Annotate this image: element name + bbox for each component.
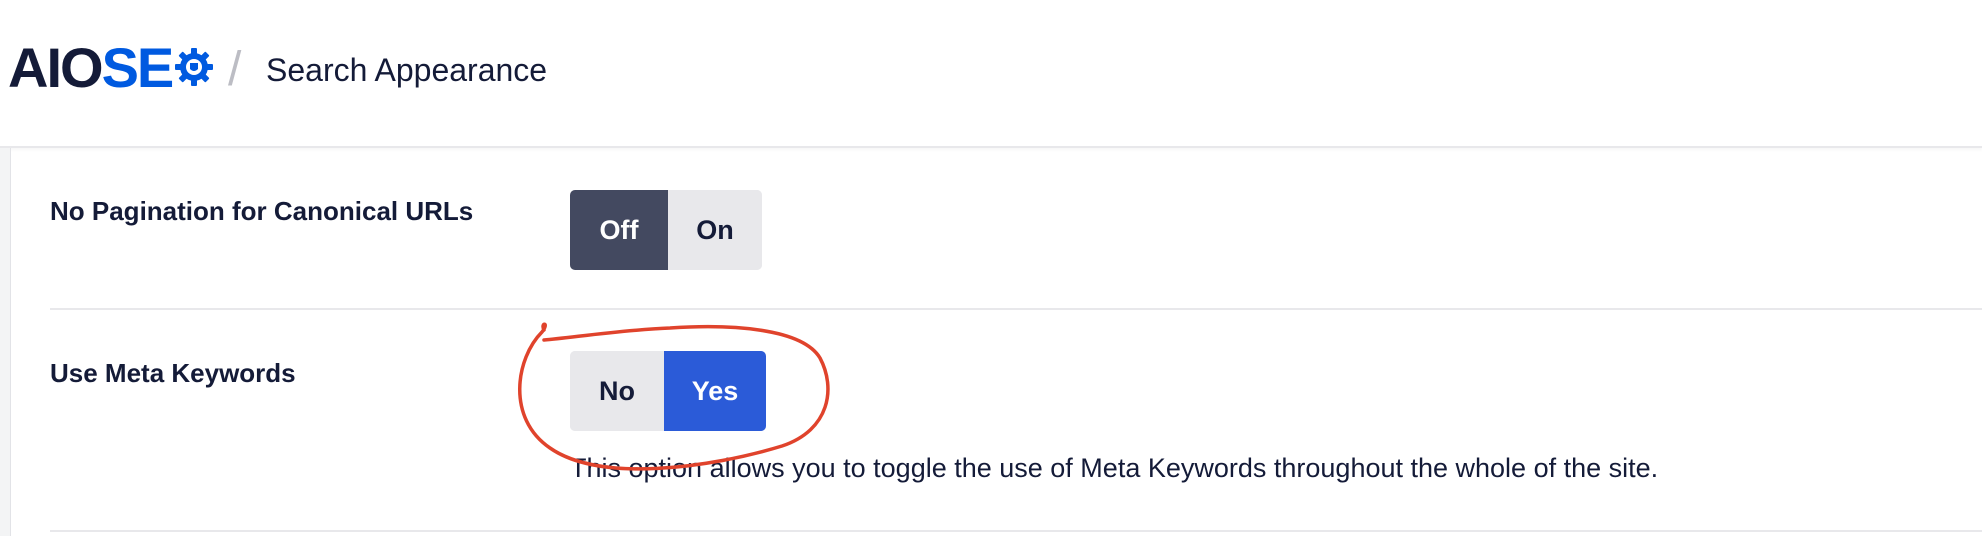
left-rail xyxy=(0,148,11,536)
toggle-option-on[interactable]: On xyxy=(668,190,762,270)
no-pagination-toggle: Off On xyxy=(570,190,762,270)
meta-keywords-toggle: No Yes xyxy=(570,351,766,431)
meta-keywords-description: This option allows you to toggle the use… xyxy=(570,453,1659,483)
breadcrumb-separator: / xyxy=(228,43,242,96)
toggle-option-yes[interactable]: Yes xyxy=(664,351,766,431)
page-title: Search Appearance xyxy=(266,52,548,88)
setting-label-no-pagination: No Pagination for Canonical URLs xyxy=(50,196,474,226)
toggle-option-no[interactable]: No xyxy=(570,351,664,431)
top-header: AIO SE / Search Appearance xyxy=(0,0,1982,148)
setting-label-meta-keywords: Use Meta Keywords xyxy=(50,358,296,388)
aioseo-logo[interactable]: AIO SE xyxy=(8,38,214,98)
logo-text-se: SE xyxy=(101,36,175,99)
logo-text-aio: AIO xyxy=(8,36,104,99)
row-divider xyxy=(50,308,1982,310)
row-divider-bottom xyxy=(50,530,1982,532)
toggle-option-off[interactable]: Off xyxy=(570,190,668,270)
gear-icon xyxy=(175,48,214,86)
